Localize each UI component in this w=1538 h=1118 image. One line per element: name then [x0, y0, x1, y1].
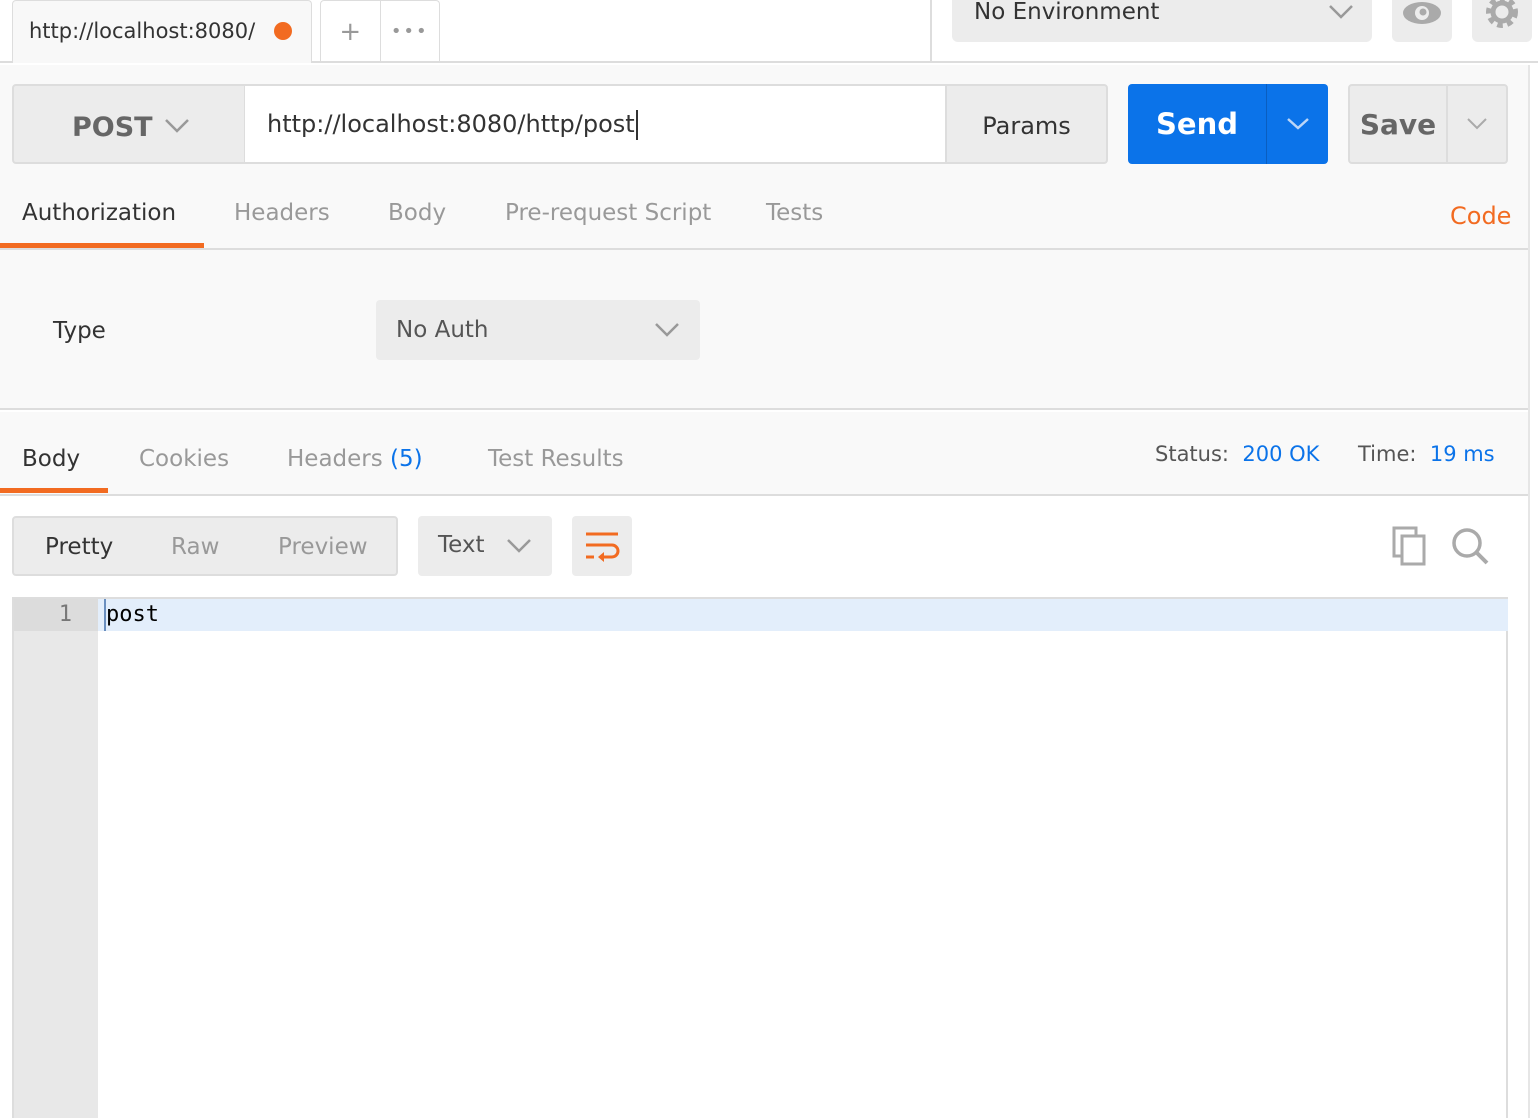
save-options-button[interactable] — [1448, 86, 1506, 162]
active-tab-indicator — [0, 488, 108, 493]
save-button-group: Save — [1348, 84, 1508, 164]
gear-icon — [1486, 0, 1518, 28]
request-tab[interactable]: http://localhost:8080/ — [12, 0, 312, 63]
time-readout: Time: 19 ms — [1358, 442, 1495, 466]
send-button[interactable]: Send — [1128, 84, 1267, 164]
more-tabs-button[interactable]: ••• — [381, 1, 440, 62]
active-line-highlight — [98, 599, 1508, 631]
wrap-lines-button[interactable] — [572, 516, 632, 576]
time-value: 19 ms — [1429, 442, 1495, 466]
tab-tests[interactable]: Tests — [766, 200, 823, 226]
save-button[interactable]: Save — [1350, 86, 1448, 162]
divider — [930, 0, 932, 63]
method-value: POST — [72, 112, 153, 143]
tab-test-results[interactable]: Test Results — [488, 446, 624, 472]
environment-select[interactable]: No Environment — [952, 0, 1372, 42]
auth-type-value: No Auth — [396, 317, 489, 343]
divider — [0, 248, 1528, 250]
headers-count-badge: (5) — [390, 446, 423, 472]
send-options-button[interactable] — [1267, 84, 1328, 164]
send-button-group: Send — [1128, 84, 1328, 164]
search-icon[interactable] — [1450, 526, 1490, 566]
time-label: Time: — [1358, 442, 1417, 466]
tab-label: Headers — [287, 446, 383, 472]
tab-response-headers[interactable]: Headers (5) — [287, 446, 423, 472]
tab-body[interactable]: Body — [388, 200, 446, 226]
line-number-gutter — [14, 599, 98, 1118]
chevron-down-icon — [1467, 118, 1487, 130]
code-link[interactable]: Code — [1450, 202, 1511, 230]
tab-title: http://localhost:8080/ — [29, 19, 256, 43]
line-number: 1 — [14, 599, 98, 631]
view-pretty[interactable]: Pretty — [45, 534, 113, 560]
auth-type-select[interactable]: No Auth — [376, 300, 700, 360]
view-raw[interactable]: Raw — [171, 534, 219, 560]
url-value: http://localhost:8080/http/post — [267, 110, 635, 138]
tab-actions: + ••• — [320, 0, 440, 62]
method-select[interactable]: POST — [12, 84, 246, 164]
tab-headers[interactable]: Headers — [234, 200, 330, 226]
status-label: Status: — [1155, 442, 1229, 466]
tab-authorization[interactable]: Authorization — [22, 200, 176, 226]
settings-button[interactable] — [1472, 0, 1532, 42]
copy-icon[interactable] — [1392, 526, 1428, 566]
chevron-down-icon — [165, 119, 189, 133]
status-value: 200 OK — [1242, 442, 1320, 466]
environment-value: No Environment — [974, 0, 1160, 25]
environment-quick-look-button[interactable] — [1392, 0, 1452, 42]
unsaved-dot-icon — [274, 22, 292, 40]
url-input[interactable]: http://localhost:8080/http/post — [245, 84, 946, 164]
format-value: Text — [438, 532, 485, 558]
tab-cookies[interactable]: Cookies — [139, 446, 229, 472]
wrap-lines-icon — [586, 532, 620, 562]
chevron-down-icon — [655, 323, 679, 337]
chevron-down-icon — [1286, 118, 1309, 130]
auth-type-label: Type — [53, 318, 106, 344]
eye-icon — [1403, 2, 1441, 24]
new-tab-button[interactable]: + — [321, 1, 381, 62]
response-body-editor[interactable]: 1 post — [12, 597, 1508, 1118]
chevron-down-icon — [507, 539, 531, 553]
text-cursor — [635, 110, 638, 140]
code-line: post — [104, 599, 159, 631]
tab-response-body[interactable]: Body — [22, 446, 80, 472]
format-select[interactable]: Text — [418, 516, 552, 576]
params-button[interactable]: Params — [945, 84, 1108, 164]
scrollbar[interactable] — [1528, 65, 1538, 1118]
tab-pre-request-script[interactable]: Pre-request Script — [505, 200, 711, 226]
status-readout: Status: 200 OK — [1155, 442, 1319, 466]
chevron-down-icon — [1329, 5, 1353, 19]
view-preview[interactable]: Preview — [278, 534, 368, 560]
view-mode-toggle: Pretty Raw Preview — [12, 516, 398, 576]
